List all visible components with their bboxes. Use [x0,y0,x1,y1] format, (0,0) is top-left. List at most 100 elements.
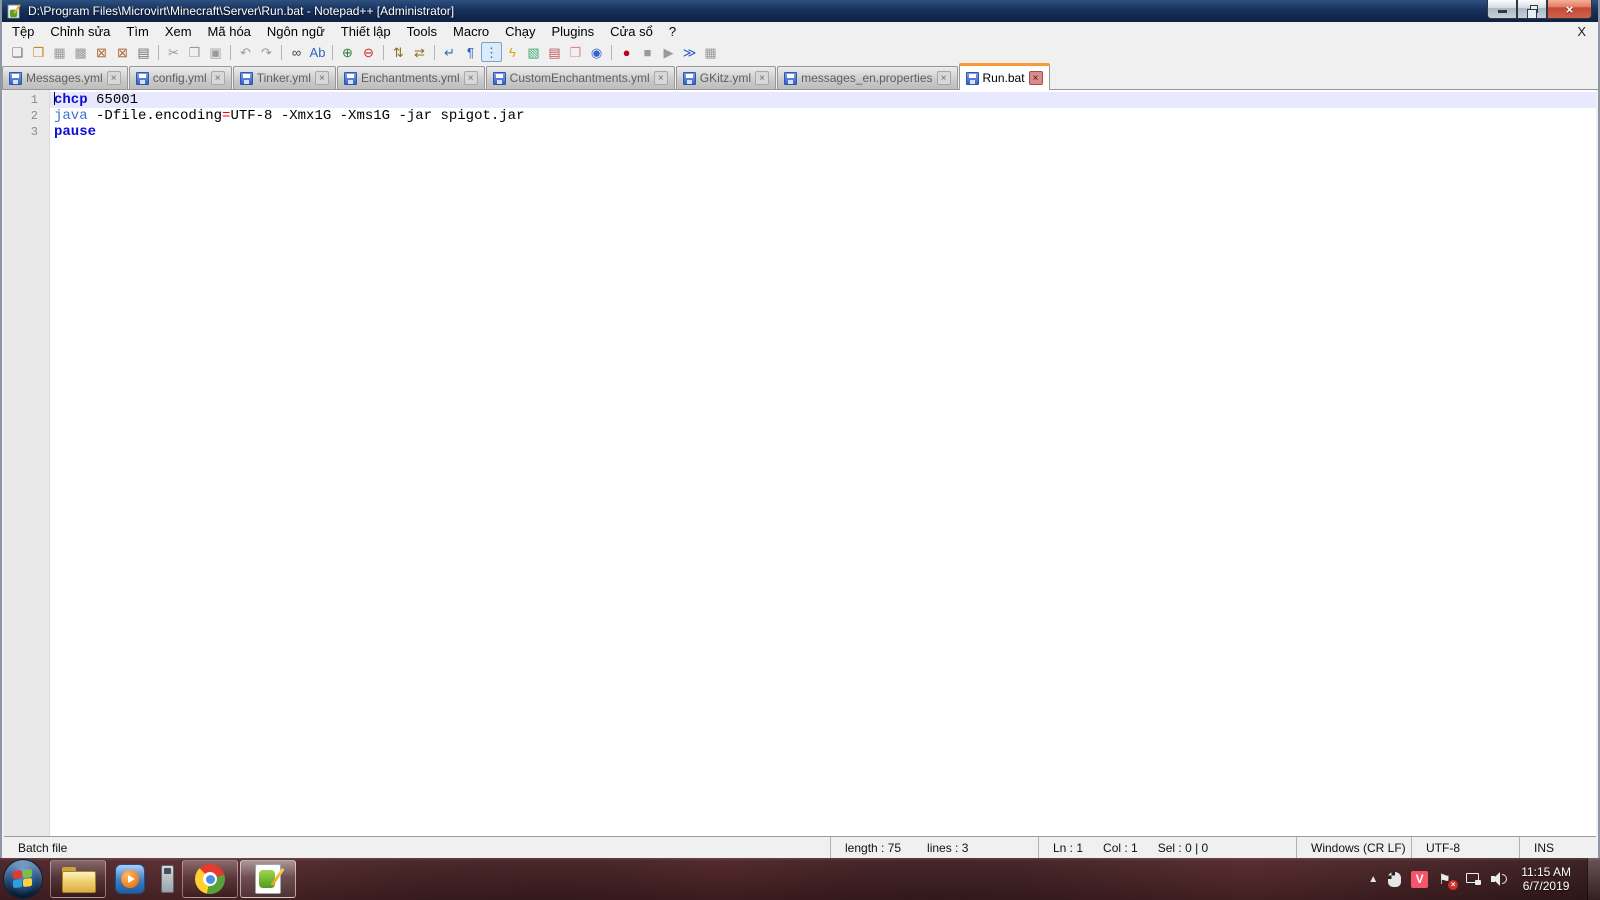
zoom-in-icon[interactable]: ⊕ [337,42,358,62]
tab-close-icon[interactable]: × [314,71,329,85]
undo-icon[interactable]: ↶ [235,42,256,62]
chrome-icon [195,864,225,894]
taskbar: ▲ V ⚑ × 11:15 AM 6/7/2019 [0,858,1600,900]
menu-file[interactable]: Tệp [4,23,42,40]
tab-close-icon[interactable]: × [936,71,951,85]
menu-plugins[interactable]: Plugins [544,23,603,40]
tab-close-icon[interactable]: × [463,71,478,85]
sync-vertical-scroll-icon[interactable]: ⇅ [388,42,409,62]
file-saved-icon [135,71,149,85]
open-folder-icon[interactable]: ❐ [28,42,49,62]
toolbar-separator [383,44,384,60]
menu-search[interactable]: Tìm [118,23,156,40]
replace-icon[interactable]: Ab [307,42,328,62]
taskbar-clock[interactable]: 11:15 AM 6/7/2019 [1521,865,1571,893]
start-button[interactable] [3,859,43,899]
network-tray-icon[interactable] [1466,873,1482,885]
menu-run[interactable]: Chạy [497,23,543,40]
macro-play-icon[interactable]: ▶ [658,42,679,62]
mouse-utility-tray-icon[interactable] [1388,871,1402,887]
menu-help[interactable]: ? [661,23,684,40]
code-line-2[interactable]: java -Dfile.encoding=UTF-8 -Xmx1G -Xms1G… [50,108,1596,124]
menu-tools[interactable]: Tools [399,23,445,40]
code-line-3[interactable]: pause [50,124,1596,140]
tab-close-icon[interactable]: × [210,71,225,85]
toolbar-separator [434,44,435,60]
close-button[interactable]: × [1547,0,1592,19]
restore-button[interactable] [1517,0,1547,19]
tab-close-icon[interactable]: × [1028,71,1043,85]
show-desktop-button[interactable] [1587,858,1600,900]
document-map-icon[interactable]: ▧ [523,42,544,62]
show-hidden-icons-button[interactable]: ▲ [1368,874,1378,885]
function-list-icon[interactable]: ϟ [502,42,523,62]
taskbar-windows-explorer-button[interactable] [50,860,106,898]
menu-items: Tệp Chỉnh sửa Tìm Xem Mã hóa Ngôn ngữ Thiết lậ… [4,23,684,40]
toolbar-separator [158,44,159,60]
taskbar-calculator-button[interactable] [154,860,180,898]
tab-Enchantments.yml[interactable]: Enchantments.yml × [336,66,485,89]
sync-horizontal-scroll-icon[interactable]: ⇄ [409,42,430,62]
menu-window[interactable]: Cửa sổ [602,23,661,40]
paste-icon[interactable]: ▣ [205,42,226,62]
tab-CustomEnchantments.yml[interactable]: CustomEnchantments.yml × [485,66,675,89]
editor[interactable]: 1 2 3 chcp 65001 java -Dfile.encoding=UTF-8… [4,90,1596,836]
menu-edit[interactable]: Chỉnh sửa [42,23,118,40]
close-file-icon[interactable]: ⊠ [91,42,112,62]
code-token: pause [54,124,97,140]
tab-close-icon[interactable]: × [755,71,770,85]
eol-format-label[interactable]: Windows (CR LF) [1311,841,1406,855]
save-all-icon[interactable]: ▩ [70,42,91,62]
macro-save-icon[interactable]: ▦ [700,42,721,62]
menu-settings[interactable]: Thiết lập [333,23,399,40]
windows-logo-icon [13,869,33,889]
save-icon[interactable]: ▦ [49,42,70,62]
volume-tray-icon[interactable] [1491,872,1508,886]
folder-as-workspace-icon[interactable]: ❒ [565,42,586,62]
show-indent-guide-icon[interactable]: ⋮ [481,42,502,62]
new-file-icon[interactable]: ❏ [7,42,28,62]
tab-Tinker.yml[interactable]: Tinker.yml × [232,66,336,89]
macro-run-multiple-icon[interactable]: ≫ [679,42,700,62]
macro-stop-icon[interactable]: ■ [637,42,658,62]
taskbar-media-player-button[interactable] [108,860,152,898]
taskbar-chrome-button[interactable] [182,860,238,898]
show-all-characters-icon[interactable]: ¶ [460,42,481,62]
document-list-icon[interactable]: ▤ [544,42,565,62]
zoom-out-icon[interactable]: ⊖ [358,42,379,62]
menubar-close-icon[interactable]: X [1577,24,1586,39]
status-bar: Batch file length : 75 lines : 3 Ln : 1 … [4,836,1596,858]
system-tray: ▲ V ⚑ × 11:15 AM 6/7/2019 [1368,858,1600,900]
file-saved-icon [343,71,357,85]
windows-media-player-icon [115,864,145,894]
tab-GKitz.yml[interactable]: GKitz.yml × [675,66,777,89]
action-center-flag-icon[interactable]: ⚑ × [1438,871,1459,890]
macro-record-icon[interactable]: ● [616,42,637,62]
encoding-label[interactable]: UTF-8 [1426,841,1460,855]
taskbar-notepad-plus-plus-button[interactable] [240,860,296,898]
file-saved-icon [965,71,979,85]
tab-close-icon[interactable]: × [653,71,668,85]
copy-icon[interactable]: ❐ [184,42,205,62]
close-all-icon[interactable]: ⊠ [112,42,133,62]
tab-Run.bat[interactable]: Run.bat × [958,63,1050,90]
print-icon[interactable]: ▤ [133,42,154,62]
insert-mode-label[interactable]: INS [1534,841,1554,855]
tab-close-icon[interactable]: × [106,71,121,85]
tab-config.yml[interactable]: config.yml × [128,66,232,89]
menu-macro[interactable]: Macro [445,23,497,40]
cut-icon[interactable]: ✂ [163,42,184,62]
tab-messages_en.properties[interactable]: messages_en.properties × [777,66,958,89]
document-monitor-icon[interactable]: ◉ [586,42,607,62]
menu-view[interactable]: Xem [157,23,200,40]
v-app-tray-icon[interactable]: V [1411,870,1429,888]
word-wrap-icon[interactable]: ↵ [439,42,460,62]
code-line-1[interactable]: chcp 65001 [50,92,1596,108]
minimize-button[interactable] [1487,0,1517,19]
menu-language[interactable]: Ngôn ngữ [259,23,333,40]
code-area[interactable]: chcp 65001 java -Dfile.encoding=UTF-8 -Xm… [50,90,1596,836]
redo-icon[interactable]: ↷ [256,42,277,62]
find-icon[interactable]: ∞ [286,42,307,62]
tab-Messages.yml[interactable]: Messages.yml × [2,66,128,89]
menu-encoding[interactable]: Mã hóa [200,23,259,40]
